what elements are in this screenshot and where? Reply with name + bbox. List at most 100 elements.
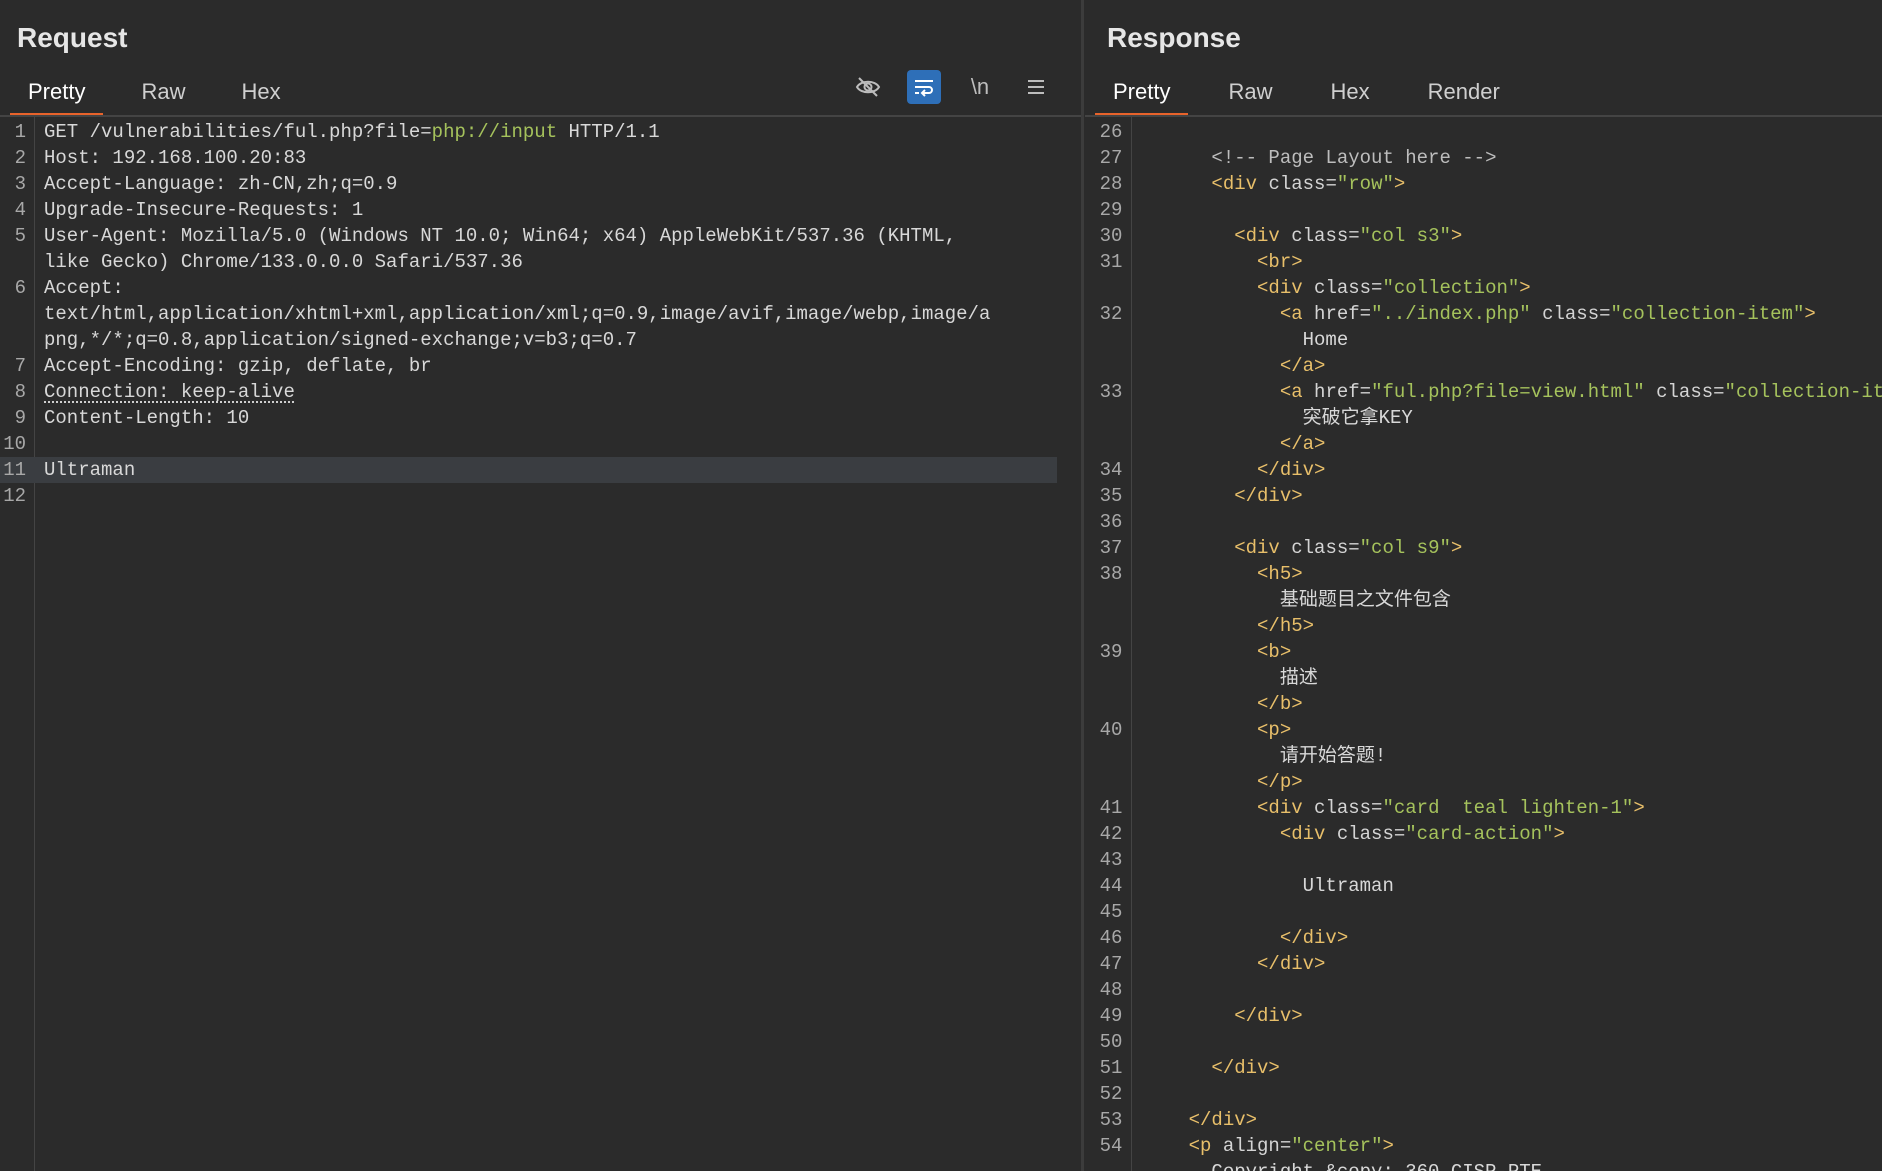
request-line-text: GET /vulnerabilities/ful.php?file=php://… [44,121,660,143]
request-tab-pretty[interactable]: Pretty [10,72,104,117]
response-line-text: </p> [1257,771,1303,793]
request-code-line[interactable]: 6 Accept: [0,275,1081,301]
response-code-line[interactable]: 51 </div> [1085,1055,1882,1081]
response-line-number: 28 [1099,173,1123,195]
response-editor[interactable]: 26 27 <!-- Page Layout here --> 28 <div c… [1085,117,1882,1171]
request-code-line[interactable]: 10 [0,431,1081,457]
response-tab-pretty[interactable]: Pretty [1095,72,1189,117]
request-line-number: 9 [14,407,26,429]
response-line-number: 29 [1099,199,1123,221]
response-code-line[interactable]: Home [1085,327,1882,353]
request-code-line[interactable]: 2 Host: 192.168.100.20:83 [0,145,1081,171]
response-line-text [1085,1081,1882,1107]
response-line-number: 46 [1099,927,1123,949]
response-code-line[interactable]: 26 [1085,119,1882,145]
request-code-line[interactable]: 9 Content-Length: 10 [0,405,1081,431]
request-editor[interactable]: 1 GET /vulnerabilities/ful.php?file=php:/… [0,117,1081,1171]
response-code-line[interactable]: 27 <!-- Page Layout here --> [1085,145,1882,171]
response-code-line[interactable]: 38 <h5> [1085,561,1882,587]
response-code-line[interactable]: 突破它拿KEY [1085,405,1882,431]
request-code-line[interactable]: 5 User-Agent: Mozilla/5.0 (Windows NT 10.… [0,223,1081,249]
response-code-line[interactable]: 45 [1085,899,1882,925]
response-code-line[interactable]: 49 </div> [1085,1003,1882,1029]
response-code-line[interactable]: 描述 [1085,665,1882,691]
response-code-line[interactable]: </h5> [1085,613,1882,639]
response-code-line[interactable]: 32 <a href="../index.php" class="collect… [1085,301,1882,327]
response-line-number: 47 [1099,953,1123,975]
pane-splitter[interactable] [1081,0,1084,1171]
response-code[interactable]: 26 27 <!-- Page Layout here --> 28 <div c… [1085,119,1882,1171]
request-code-line[interactable]: 3 Accept-Language: zh-CN,zh;q=0.9 [0,171,1081,197]
response-code-line[interactable]: </p> [1085,769,1882,795]
request-tabs: Pretty Raw Hex [10,72,299,117]
request-code-line[interactable]: 4 Upgrade-Insecure-Requests: 1 [0,197,1081,223]
response-code-line[interactable]: 53 </div> [1085,1107,1882,1133]
response-line-number: 35 [1099,485,1123,507]
response-line-text: </a> [1279,433,1326,455]
response-code-line[interactable]: 请开始答题! [1085,743,1882,769]
response-code-line[interactable]: 41 <div class="card teal lighten-1"> [1085,795,1882,821]
response-code-line[interactable]: 35 </div> [1085,483,1882,509]
response-code-line[interactable]: 34 </div> [1085,457,1882,483]
response-code-line[interactable]: 33 <a href="ful.php?file=view.html" clas… [1085,379,1882,405]
response-code-line[interactable]: 基础题目之文件包含 [1085,587,1882,613]
request-code-line[interactable]: 1 GET /vulnerabilities/ful.php?file=php:/… [0,119,1081,145]
response-line-text: <p align="center"> [1188,1135,1394,1157]
response-line-text [1085,119,1882,145]
response-code-line[interactable]: 30 <div class="col s3"> [1085,223,1882,249]
response-code-line[interactable]: 43 [1085,847,1882,873]
wrap-lines-icon[interactable] [907,70,941,104]
request-tab-hex[interactable]: Hex [223,72,298,116]
eye-slash-icon[interactable] [851,70,885,104]
response-code-line[interactable]: 46 </div> [1085,925,1882,951]
request-code-line[interactable]: like Gecko) Chrome/133.0.0.0 Safari/537.… [0,249,1081,275]
request-line-text: Accept-Language: zh-CN,zh;q=0.9 [44,173,398,195]
request-line-number: 2 [14,147,26,169]
newline-icon[interactable]: \n [963,70,997,104]
response-code-line[interactable]: 52 [1085,1081,1882,1107]
response-line-text: <p> [1257,719,1292,741]
response-code-line[interactable]: 42 <div class="card-action"> [1085,821,1882,847]
request-code-line[interactable]: png,*/*;q=0.8,application/signed-exchang… [0,327,1081,353]
response-code-line[interactable]: </b> [1085,691,1882,717]
hamburger-menu-icon[interactable] [1019,70,1053,104]
response-line-text: </a> [1279,355,1326,377]
response-tab-hex[interactable]: Hex [1312,72,1387,116]
request-code[interactable]: 1 GET /vulnerabilities/ful.php?file=php:/… [0,119,1081,509]
response-code-line[interactable]: 48 [1085,977,1882,1003]
response-code-line[interactable]: 29 [1085,197,1882,223]
response-line-number: 42 [1099,823,1123,845]
response-code-line[interactable]: 40 <p> [1085,717,1882,743]
response-code-line[interactable]: 47 </div> [1085,951,1882,977]
response-tab-raw[interactable]: Raw [1210,72,1290,116]
request-code-line[interactable]: 12 [0,483,1081,509]
response-code-line[interactable]: 44 Ultraman [1085,873,1882,899]
response-tab-render[interactable]: Render [1410,72,1518,116]
response-line-number: 36 [1099,511,1123,533]
response-code-line[interactable]: 54 <p align="center"> [1085,1133,1882,1159]
request-code-line[interactable]: 8 Connection: keep-alive [0,379,1081,405]
response-code-line[interactable]: 36 [1085,509,1882,535]
response-code-line[interactable]: 28 <div class="row"> [1085,171,1882,197]
response-code-line[interactable]: 37 <div class="col s9"> [1085,535,1882,561]
request-code-line[interactable]: text/html,application/xhtml+xml,applicat… [0,301,1081,327]
request-line-text: Accept-Encoding: gzip, deflate, br [44,355,432,377]
response-line-text: </div> [1188,1109,1258,1131]
response-code-line[interactable]: </a> [1085,353,1882,379]
request-code-line[interactable]: 11 Ultraman [0,457,1081,483]
response-line-number: 44 [1099,875,1123,897]
response-code-line[interactable]: 31 <br> [1085,249,1882,275]
response-line-text: 基础题目之文件包含 [1143,589,1451,611]
response-line-text [1085,847,1882,873]
response-code-line[interactable]: </a> [1085,431,1882,457]
request-code-line[interactable]: 7 Accept-Encoding: gzip, deflate, br [0,353,1081,379]
response-code-line[interactable]: 39 <b> [1085,639,1882,665]
response-code-line[interactable]: Copyright &copy; 360 CISP-PTE [1085,1159,1882,1171]
response-line-text [1085,509,1882,535]
request-line-number: 6 [14,277,26,299]
response-line-text [1085,977,1882,1003]
request-tab-raw[interactable]: Raw [123,72,203,116]
response-code-line[interactable]: <div class="collection"> [1085,275,1882,301]
response-code-line[interactable]: 50 [1085,1029,1882,1055]
request-pane: Request Pretty Raw Hex \n 1 GET /vulnerab… [0,0,1081,1171]
